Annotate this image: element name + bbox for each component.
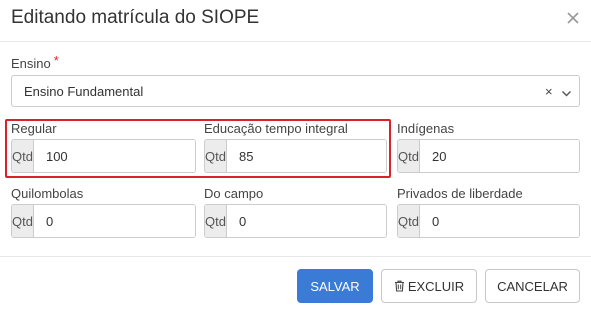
quilombolas-input[interactable] <box>33 205 195 237</box>
field-label-educacao-tempo-integral: Educação tempo integral <box>204 121 348 136</box>
delete-button-label: EXCLUIR <box>407 278 465 294</box>
field-label-quilombolas: Quilombolas <box>11 186 84 201</box>
clear-selection-icon[interactable]: × <box>545 84 553 99</box>
qtd-addon: Qtd <box>205 140 227 172</box>
field-label-regular: Regular <box>11 121 57 136</box>
save-button-label: SALVAR <box>310 278 360 294</box>
qtd-addon: Qtd <box>398 205 420 237</box>
modal-title: Editando matrícula do SIOPE <box>11 7 260 28</box>
required-mark: * <box>53 53 59 68</box>
save-button[interactable]: SALVAR <box>297 269 373 303</box>
field-label-do-campo: Do campo <box>204 186 264 201</box>
privados-de-liberdade-input[interactable] <box>419 205 579 237</box>
educacao-tempo-integral-input-group: Qtd <box>204 139 387 173</box>
quilombolas-input-group: Qtd <box>11 204 196 238</box>
regular-input[interactable] <box>33 140 195 172</box>
privados-de-liberdade-input-group: Qtd <box>397 204 580 238</box>
ensino-label: Ensino * <box>11 53 59 71</box>
educacao-tempo-integral-input[interactable] <box>226 140 386 172</box>
qtd-addon: Qtd <box>205 205 227 237</box>
indigenas-input-group: Qtd <box>397 139 580 173</box>
field-label-privados-de-liberdade: Privados de liberdade <box>397 186 523 201</box>
ensino-select[interactable]: Ensino Fundamental × <box>11 75 580 107</box>
cancel-button-label: CANCELAR <box>497 278 568 294</box>
field-label-indigenas: Indígenas <box>397 121 455 136</box>
qtd-addon: Qtd <box>398 140 420 172</box>
cancel-button[interactable]: CANCELAR <box>485 269 580 303</box>
ensino-selected-value: Ensino Fundamental <box>24 84 144 99</box>
qtd-addon: Qtd <box>12 140 34 172</box>
delete-button[interactable]: EXCLUIR <box>381 269 477 303</box>
footer-divider <box>0 256 591 257</box>
header-divider <box>0 41 591 42</box>
indigenas-input[interactable] <box>419 140 579 172</box>
chevron-down-icon[interactable] <box>561 86 572 104</box>
qtd-addon: Qtd <box>12 205 34 237</box>
trash-icon <box>394 280 405 292</box>
do-campo-input[interactable] <box>226 205 386 237</box>
regular-input-group: Qtd <box>11 139 196 173</box>
close-icon[interactable] <box>563 8 583 28</box>
do-campo-input-group: Qtd <box>204 204 387 238</box>
